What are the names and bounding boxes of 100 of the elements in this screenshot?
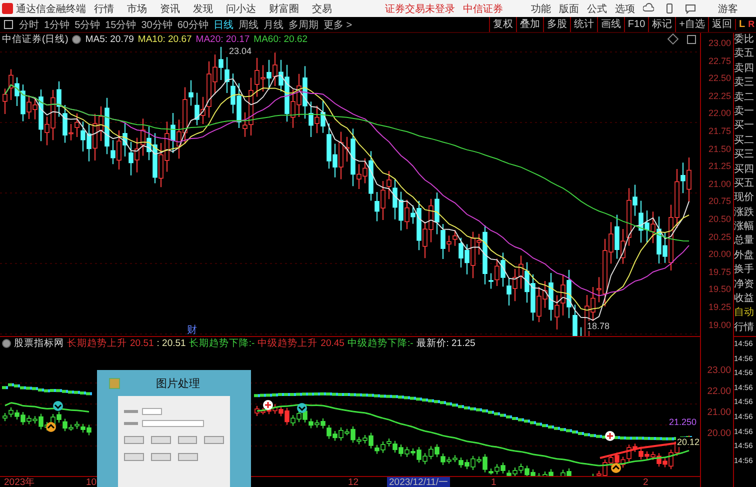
field-label <box>124 422 138 425</box>
quote-label: 外盘 <box>734 248 755 263</box>
quote-label: 总量 <box>734 234 755 248</box>
chat-icon[interactable] <box>685 3 696 14</box>
menu-item[interactable]: 公式 <box>587 2 607 16</box>
panel-toggle[interactable]: L R <box>735 19 756 30</box>
quote-label: 行情 <box>734 320 755 335</box>
period-tab[interactable]: 周线 <box>238 18 258 32</box>
quote-label: 买三 <box>734 148 755 162</box>
login-status[interactable]: 证券交易未登录 <box>385 2 455 16</box>
price-axis-label: 22.00 <box>708 107 732 120</box>
menu-item[interactable]: 功能 <box>531 2 551 16</box>
quote-label: 卖二 <box>734 90 755 105</box>
tool-button[interactable]: 复权 <box>488 17 516 32</box>
ma-legend: MA60: 20.62 <box>254 34 308 44</box>
plus-circle-icon <box>605 431 615 441</box>
menu-item[interactable]: 财富圈 <box>269 2 299 16</box>
menu-item[interactable]: 版面 <box>559 2 579 16</box>
period-tab[interactable]: 1分钟 <box>44 18 70 32</box>
settings-icon[interactable] <box>2 339 11 348</box>
user-name[interactable]: 游客 <box>718 2 738 16</box>
menu-item[interactable]: 问小达 <box>226 2 256 16</box>
quote-label: 委比 <box>734 33 755 47</box>
menu-item[interactable]: 交易 <box>312 2 332 16</box>
dialog-button[interactable] <box>150 436 170 444</box>
date-label: 1 <box>491 477 496 487</box>
tool-button[interactable]: 返回 <box>708 17 735 32</box>
price-axis-label: 19.00 <box>708 318 732 332</box>
price-label: 21.250 <box>668 417 698 427</box>
indicator-legend: 中级趋势上升 <box>258 337 318 350</box>
indicator-legend: : 20.51 <box>156 338 186 349</box>
menu-item[interactable]: 市场 <box>127 2 147 16</box>
menu-item[interactable]: 发现 <box>193 2 213 16</box>
indicator-legend: 中级趋势下降:- <box>347 337 414 350</box>
broker-name[interactable]: 中信证券 <box>463 2 503 16</box>
date-label: 10 <box>86 477 97 487</box>
period-tab[interactable]: 更多 > <box>324 18 352 32</box>
quote-label: 净资 <box>734 278 755 292</box>
quote-label: 买四 <box>734 162 755 177</box>
period-tab[interactable]: 15分钟 <box>105 18 136 32</box>
period-tab[interactable]: 5分钟 <box>74 18 100 32</box>
indicator-title: 股票指标网 <box>14 337 64 350</box>
price-axis-label: 21.00 <box>707 407 732 419</box>
dialog-button[interactable] <box>178 436 198 444</box>
tool-button[interactable]: 画线 <box>596 17 624 32</box>
dialog-button[interactable] <box>151 453 171 461</box>
price-axis-label: 20.00 <box>708 248 732 262</box>
quote-label: 自动 <box>734 306 755 320</box>
down-arrow-icon <box>297 403 307 413</box>
price-axis-label: 19.75 <box>708 266 732 279</box>
menu-item[interactable]: 资讯 <box>160 2 180 16</box>
dialog-button[interactable] <box>204 436 224 444</box>
input-field[interactable] <box>142 408 162 415</box>
tool-button[interactable]: 统计 <box>570 17 597 32</box>
event-marker[interactable]: 财 <box>187 323 197 337</box>
indicator-legend: 20.51 <box>130 338 154 349</box>
price-axis-label: 22.00 <box>707 386 732 398</box>
quote-label: 卖一 <box>734 104 755 119</box>
tool-button[interactable]: 多股 <box>542 17 570 32</box>
price-axis-label: 20.75 <box>708 195 732 208</box>
quote-label: 买二 <box>734 134 755 148</box>
period-tab[interactable]: 月线 <box>264 18 284 32</box>
price-axis-label: 23.00 <box>708 37 732 50</box>
dialog-button[interactable] <box>124 436 144 444</box>
logo-icon <box>2 3 13 14</box>
settings-icon[interactable] <box>72 34 82 44</box>
price-axis-label: 21.50 <box>708 142 732 156</box>
period-tab[interactable]: 分时 <box>19 18 39 32</box>
toggle-left[interactable]: L <box>739 19 746 30</box>
quote-label: 收益 <box>734 292 755 306</box>
period-tab[interactable]: 30分钟 <box>141 18 172 32</box>
price-axis-label: 22.25 <box>708 90 732 103</box>
quote-label: 卖五 <box>734 47 755 62</box>
quote-label: 买一 <box>734 119 755 134</box>
price-axis-label: 23.00 <box>707 365 732 377</box>
panel-icon[interactable] <box>4 20 13 29</box>
price-axis-label: 19.25 <box>708 300 732 314</box>
toggle-right[interactable]: R <box>748 19 755 30</box>
period-tab[interactable]: 60分钟 <box>177 18 208 32</box>
menu-item[interactable]: 选项 <box>615 2 635 16</box>
cloud-icon[interactable] <box>643 3 654 14</box>
indicator-legend: 长期趋势下降:- <box>188 337 255 350</box>
dialog-button[interactable] <box>124 453 144 461</box>
tool-button[interactable]: +自选 <box>675 17 708 32</box>
window-icon[interactable] <box>687 34 696 44</box>
dialog-button[interactable] <box>178 453 198 461</box>
period-tab[interactable]: 日线 <box>214 18 234 32</box>
indicator-legend: 20.45 <box>320 338 344 349</box>
price-axis-label: 20.50 <box>708 212 732 226</box>
menu-item[interactable]: 行情 <box>94 2 114 16</box>
phone-icon[interactable] <box>664 3 675 14</box>
tool-button[interactable]: 标记 <box>648 17 676 32</box>
date-label: 2 <box>643 477 648 487</box>
line-value-label: 20.12 <box>676 437 700 447</box>
quote-label: 涨跌 <box>734 206 755 220</box>
tool-button[interactable]: F10 <box>624 17 648 32</box>
input-field[interactable] <box>142 420 204 427</box>
period-tab[interactable]: 多周期 <box>288 18 318 32</box>
tool-button[interactable]: 叠加 <box>516 17 543 32</box>
price-axis-label: 21.25 <box>708 160 732 174</box>
